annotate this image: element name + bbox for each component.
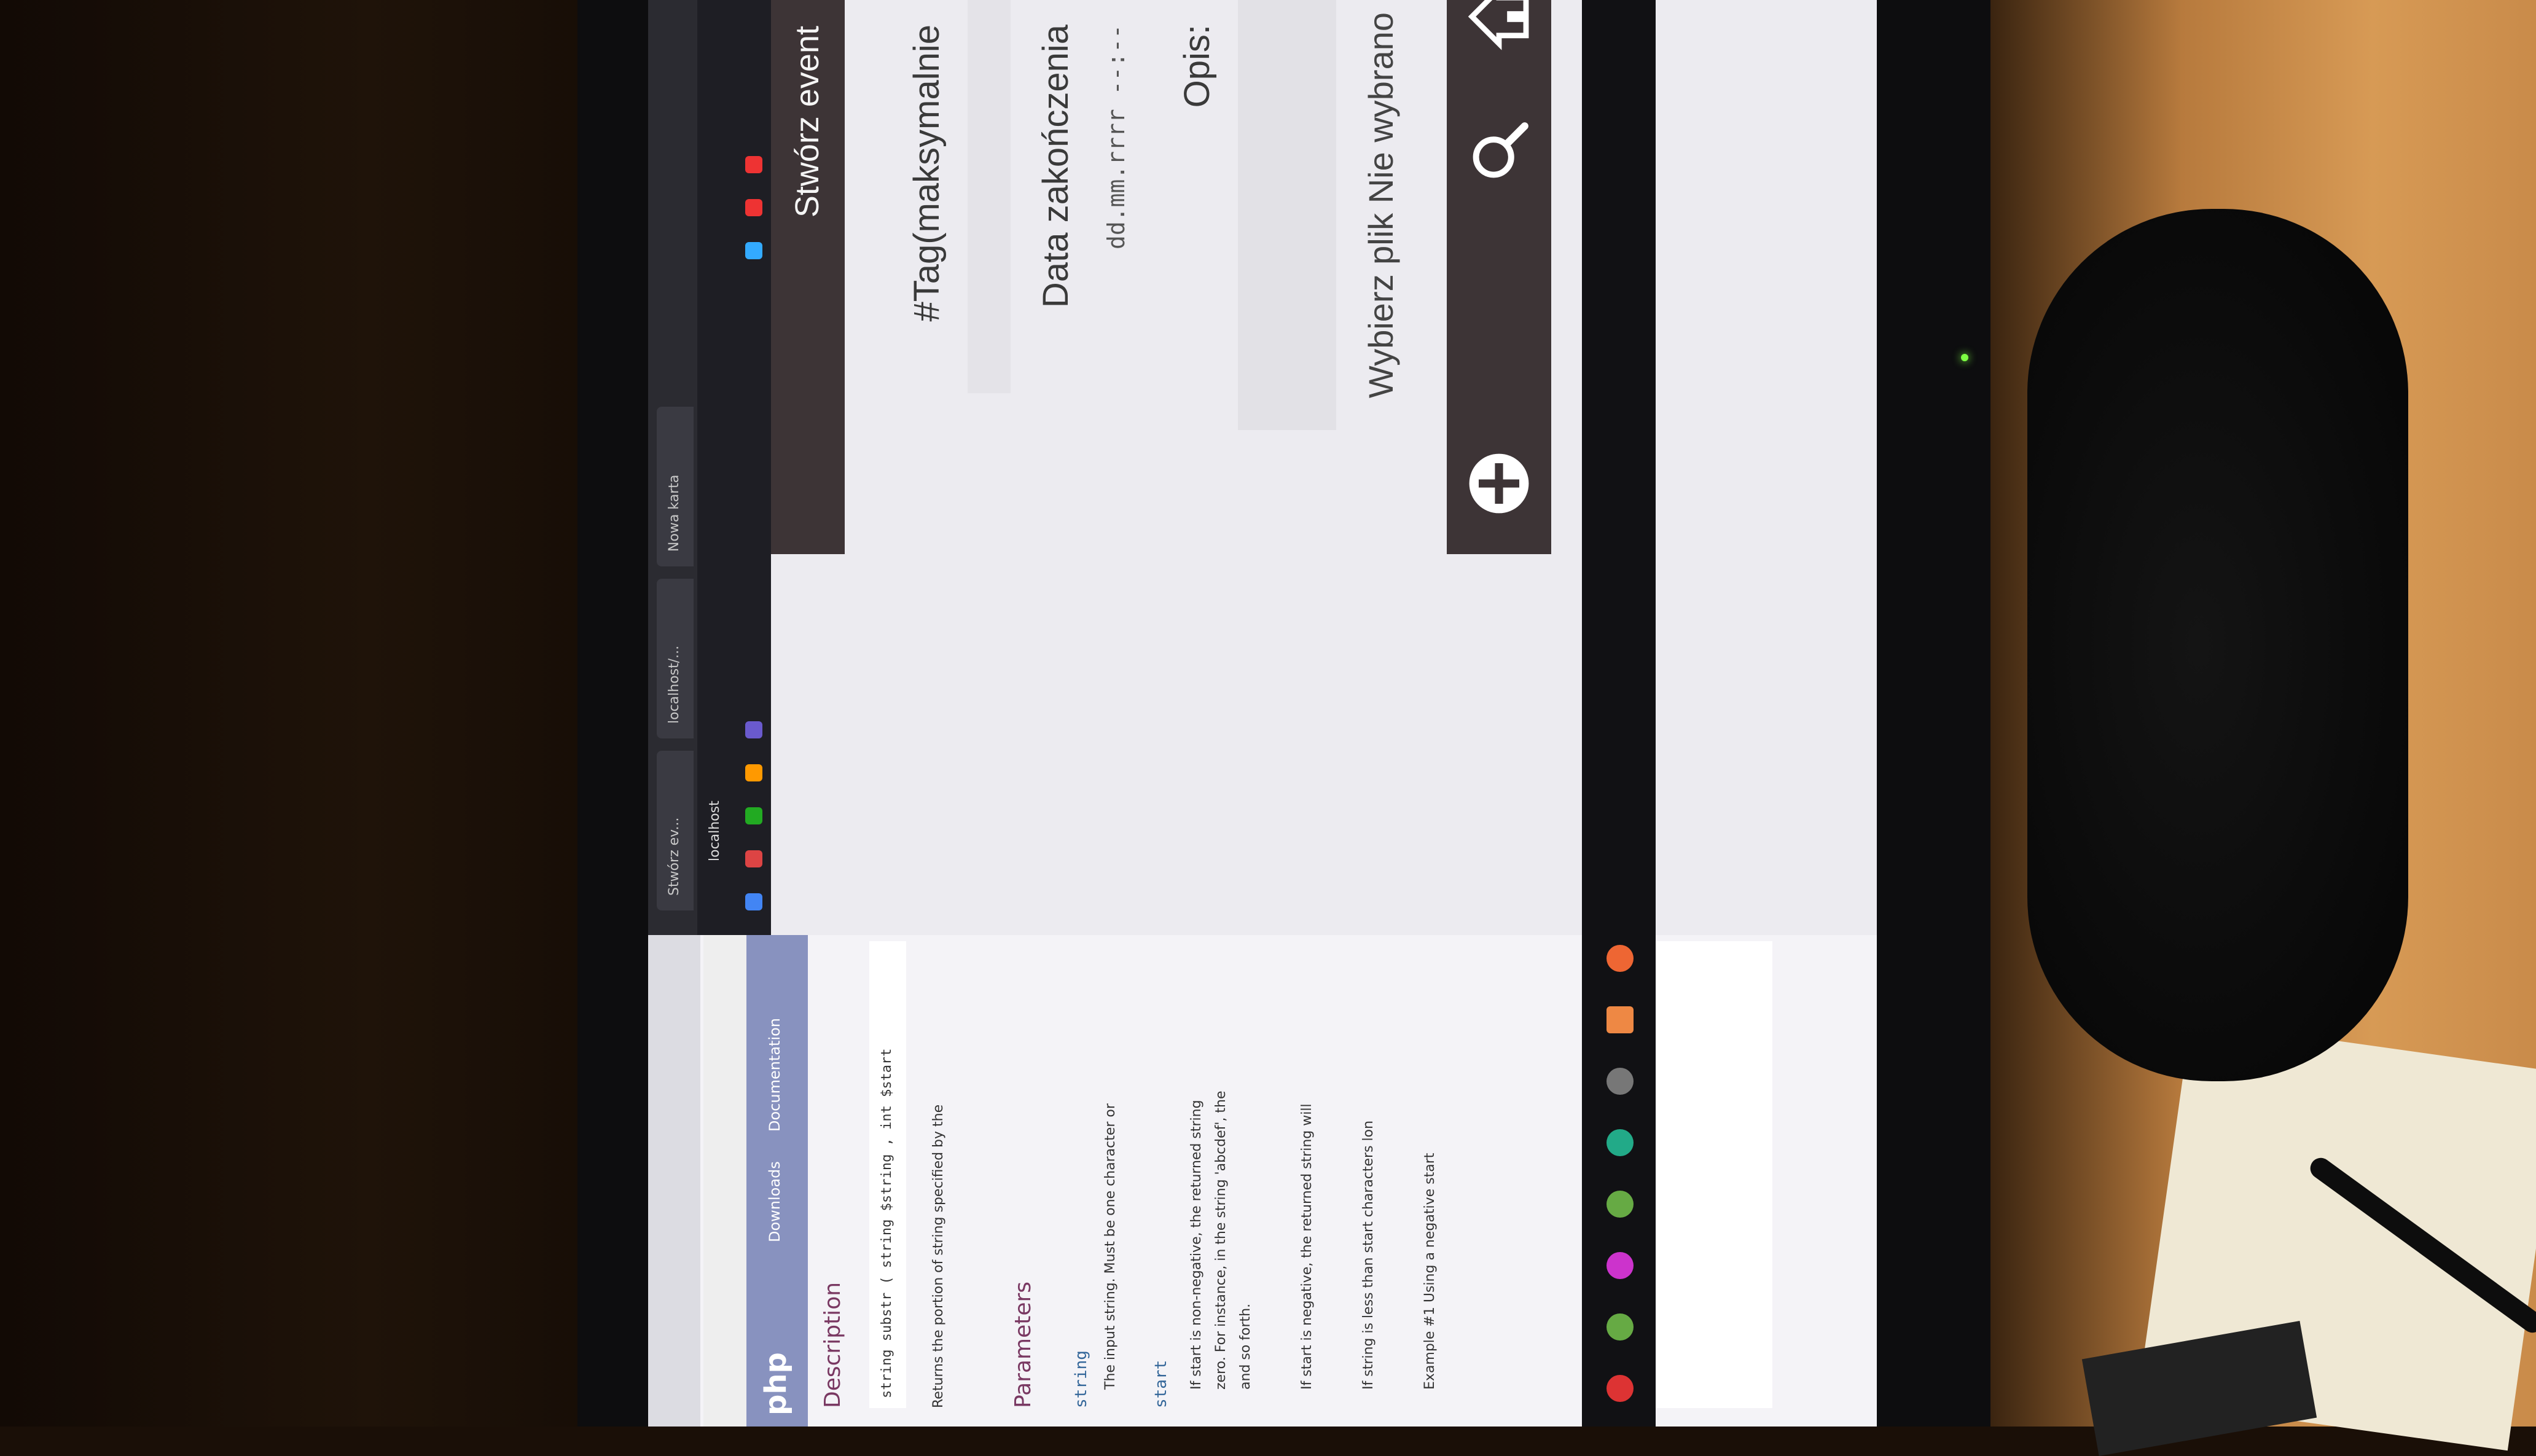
chrome-icon[interactable] bbox=[1607, 945, 1634, 972]
app-icon[interactable] bbox=[1607, 1313, 1634, 1341]
php-tab-strip[interactable] bbox=[648, 923, 700, 1427]
url-text: localhost bbox=[707, 800, 722, 861]
monitor-screen: php Downloads Documentation Description … bbox=[648, 0, 1877, 1427]
search-button[interactable] bbox=[1465, 118, 1533, 186]
tag-label: #Tag(maksymalnie bbox=[907, 25, 947, 322]
monitor-stand bbox=[2027, 209, 2408, 1081]
param-start: start bbox=[1152, 1360, 1170, 1408]
example-caption: Example #1 Using a negative start bbox=[1422, 1153, 1438, 1390]
file-input[interactable]: Wybierz plik Nie wybrano bbox=[1361, 12, 1401, 398]
param-string-desc: The input string. Must be one character … bbox=[1103, 1103, 1118, 1390]
description-label: Opis: bbox=[1177, 25, 1217, 108]
php-logo[interactable]: php bbox=[759, 1352, 793, 1415]
page-title: Stwórz event bbox=[789, 26, 826, 218]
dark-room-background bbox=[0, 0, 614, 1427]
form-header: Stwórz event bbox=[771, 0, 845, 554]
description-heading: Description bbox=[820, 1282, 845, 1408]
search-icon bbox=[1473, 122, 1528, 178]
description-textarea[interactable] bbox=[1238, 0, 1336, 430]
power-led-icon bbox=[1961, 354, 1968, 361]
windows-taskbar bbox=[1582, 0, 1656, 1427]
bookmark-icon[interactable] bbox=[745, 721, 762, 738]
php-address-bar[interactable] bbox=[703, 923, 746, 1427]
app-icon[interactable] bbox=[1607, 1068, 1634, 1095]
php-content: Description string substr ( string $stri… bbox=[808, 923, 1877, 1427]
app-icon[interactable] bbox=[1607, 1191, 1634, 1218]
start-desc-2: zero. For instance, in the string 'abcde… bbox=[1213, 1090, 1229, 1390]
bookmark-icon[interactable] bbox=[745, 807, 762, 824]
tab-localhost[interactable]: localhost/... bbox=[657, 579, 694, 738]
nav-downloads[interactable]: Downloads bbox=[766, 1161, 783, 1242]
parameters-heading: Parameters bbox=[1011, 1281, 1036, 1408]
address-bar[interactable]: localhost bbox=[697, 0, 737, 935]
bookmark-icon[interactable] bbox=[745, 156, 762, 173]
add-button[interactable] bbox=[1465, 450, 1533, 517]
end-date-field[interactable]: dd.mm.rrrr --:-- bbox=[1103, 25, 1130, 249]
app-icon[interactable] bbox=[1607, 1006, 1634, 1033]
param-string: string bbox=[1072, 1350, 1090, 1408]
start-desc-4: If start is negative, the returned strin… bbox=[1299, 1103, 1315, 1390]
browser-tab-strip: Stwórz ev... localhost/... Nowa karta bbox=[648, 0, 697, 935]
tab-create-event[interactable]: Stwórz ev... bbox=[657, 751, 694, 910]
chrome-icon[interactable] bbox=[1607, 1375, 1634, 1402]
plus-icon bbox=[1469, 453, 1529, 514]
php-docs-window: php Downloads Documentation Description … bbox=[648, 923, 1877, 1427]
bookmarks-bar bbox=[737, 0, 771, 935]
start-desc-3: and so forth. bbox=[1238, 1303, 1253, 1390]
create-event-form: Stwórz event #Tag(maksymalnie Data zakoń… bbox=[771, 0, 1877, 554]
php-navbar: php Downloads Documentation bbox=[746, 923, 808, 1427]
bookmark-icon[interactable] bbox=[745, 764, 762, 781]
returns-text: Returns the portion of string specified … bbox=[931, 1104, 946, 1408]
bookmark-icon[interactable] bbox=[745, 850, 762, 867]
bookmark-icon[interactable] bbox=[745, 893, 762, 910]
home-icon bbox=[1468, 0, 1529, 50]
app-icon[interactable] bbox=[1607, 1129, 1634, 1156]
bottom-nav-bar bbox=[1447, 0, 1551, 554]
home-button[interactable] bbox=[1465, 0, 1533, 50]
bookmark-icon[interactable] bbox=[745, 199, 762, 216]
function-signature: string substr ( string $string , int $st… bbox=[869, 941, 906, 1408]
tab-new[interactable]: Nowa karta bbox=[657, 407, 694, 566]
end-date-label: Data zakończenia bbox=[1036, 25, 1076, 308]
start-desc-1: If start is non-negative, the returned s… bbox=[1189, 1100, 1204, 1390]
bookmark-icon[interactable] bbox=[745, 242, 762, 259]
tag-input[interactable] bbox=[968, 0, 1011, 393]
app-icon[interactable] bbox=[1607, 1252, 1634, 1279]
nav-documentation[interactable]: Documentation bbox=[766, 1018, 783, 1132]
start-desc-5: If string is less than start characters … bbox=[1361, 1120, 1376, 1390]
